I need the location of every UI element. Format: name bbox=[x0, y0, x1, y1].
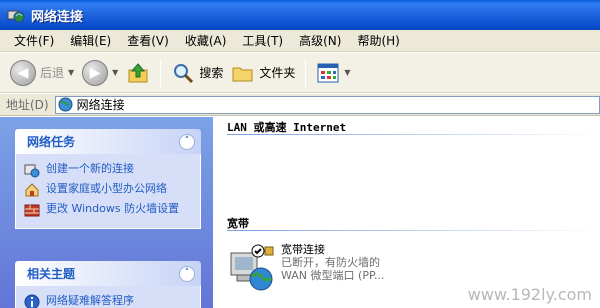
network-connections-icon bbox=[7, 10, 25, 23]
task-firewall-settings[interactable]: 更改 Windows 防火墙设置 bbox=[24, 202, 192, 218]
group-broadband-divider bbox=[227, 230, 600, 231]
folders-button[interactable]: 文件夹 bbox=[227, 57, 299, 89]
collapse-chevron-icon[interactable]: ˄ bbox=[179, 133, 195, 150]
connection-name: 宽带连接 bbox=[281, 243, 325, 256]
forward-dropdown-icon[interactable]: ▼ bbox=[112, 68, 118, 77]
network-tasks-title: 网络任务 bbox=[27, 135, 76, 149]
search-label: 搜索 bbox=[199, 66, 224, 80]
forward-arrow-icon: ▶ bbox=[82, 59, 109, 86]
address-label: 地址(D) bbox=[6, 98, 49, 112]
menu-view[interactable]: 查看(V) bbox=[119, 30, 177, 52]
watermark-text: www.192ly.com bbox=[467, 285, 592, 304]
related-topics-title: 相关主题 bbox=[27, 267, 76, 281]
new-connection-icon bbox=[24, 164, 40, 178]
task-network-troubleshooter-label: 网络疑难解答程序 bbox=[46, 294, 134, 307]
back-arrow-icon: ◀ bbox=[10, 59, 36, 86]
network-globe-icon bbox=[58, 97, 73, 112]
group-broadband-header: 宽带 bbox=[227, 217, 249, 230]
task-firewall-settings-label: 更改 Windows 防火墙设置 bbox=[46, 202, 180, 215]
menu-file[interactable]: 文件(F) bbox=[6, 30, 62, 52]
forward-button[interactable]: ▶ ▼ bbox=[78, 57, 122, 89]
menu-edit[interactable]: 编辑(E) bbox=[62, 30, 119, 52]
search-icon bbox=[174, 63, 194, 83]
network-tasks-header[interactable]: 网络任务 ˄ bbox=[15, 129, 201, 154]
broadband-connection-item[interactable]: 宽带连接 已断开，有防火墙的 WAN 微型端口 (PP... bbox=[227, 243, 384, 291]
task-network-troubleshooter[interactable]: 网络疑难解答程序 bbox=[24, 294, 192, 308]
group-lan-header: LAN 或高速 Internet bbox=[227, 121, 347, 134]
menu-advanced[interactable]: 高级(N) bbox=[291, 30, 349, 52]
toolbar-separator bbox=[305, 58, 307, 87]
menu-bar: 文件(F) 编辑(E) 查看(V) 收藏(A) 工具(T) 高级(N) 帮助(H… bbox=[0, 30, 600, 52]
views-dropdown-icon[interactable]: ▼ bbox=[344, 68, 350, 77]
folders-label: 文件夹 bbox=[259, 66, 296, 80]
broadband-connection-text: 宽带连接 已断开，有防火墙的 WAN 微型端口 (PP... bbox=[281, 243, 384, 291]
network-tasks-panel: 网络任务 ˄ 创建一个新的连接 设置家庭或小型办公网络 更改 Windows 防… bbox=[15, 129, 201, 229]
broadband-connection-icon bbox=[230, 244, 274, 291]
back-dropdown-icon[interactable]: ▼ bbox=[68, 68, 74, 77]
task-create-connection-label: 创建一个新的连接 bbox=[46, 162, 134, 175]
content-area: LAN 或高速 Internet 宽带 宽带连接 已断开，有防火墙的 WAN 微… bbox=[213, 117, 600, 308]
views-button[interactable]: ▼ bbox=[312, 57, 354, 89]
up-folder-icon bbox=[128, 62, 148, 82]
address-bar: 地址(D) 网络连接 bbox=[0, 94, 600, 116]
menu-help[interactable]: 帮助(H) bbox=[349, 30, 407, 52]
folders-icon bbox=[232, 67, 253, 81]
task-home-network[interactable]: 设置家庭或小型办公网络 bbox=[24, 182, 192, 198]
views-icon bbox=[317, 63, 339, 82]
group-lan-divider bbox=[227, 134, 600, 135]
toolbar-separator bbox=[160, 58, 162, 87]
window-title: 网络连接 bbox=[31, 9, 84, 25]
network-tasks-body: 创建一个新的连接 设置家庭或小型办公网络 更改 Windows 防火墙设置 bbox=[15, 154, 201, 229]
related-topics-header[interactable]: 相关主题 ˄ bbox=[15, 261, 201, 286]
task-home-network-label: 设置家庭或小型办公网络 bbox=[46, 182, 167, 195]
connection-device: WAN 微型端口 (PP... bbox=[281, 269, 385, 282]
task-create-connection[interactable]: 创建一个新的连接 bbox=[24, 162, 192, 178]
connection-status: 已断开，有防火墙的 bbox=[281, 256, 380, 269]
collapse-chevron-icon[interactable]: ˄ bbox=[179, 265, 195, 282]
title-bar: 网络连接 bbox=[0, 0, 600, 30]
home-network-icon bbox=[25, 183, 39, 197]
search-button[interactable]: 搜索 bbox=[167, 57, 227, 89]
task-pane: 网络任务 ˄ 创建一个新的连接 设置家庭或小型办公网络 更改 Windows 防… bbox=[0, 117, 213, 308]
toolbar: ◀ 后退 ▼ ▶ ▼ 搜索 文件夹 ▼ bbox=[0, 53, 600, 93]
up-folder-button[interactable] bbox=[122, 57, 154, 89]
back-label: 后退 bbox=[40, 66, 65, 80]
related-topics-panel: 相关主题 ˄ 网络疑难解答程序 bbox=[15, 261, 201, 308]
address-field[interactable]: 网络连接 bbox=[54, 95, 600, 114]
firewall-icon bbox=[24, 204, 40, 217]
info-icon bbox=[24, 294, 40, 308]
menu-favorites[interactable]: 收藏(A) bbox=[177, 30, 235, 52]
address-value: 网络连接 bbox=[76, 98, 125, 112]
menu-tools[interactable]: 工具(T) bbox=[234, 30, 291, 52]
related-topics-body: 网络疑难解答程序 bbox=[15, 286, 201, 308]
back-button[interactable]: ◀ 后退 ▼ bbox=[6, 57, 78, 89]
